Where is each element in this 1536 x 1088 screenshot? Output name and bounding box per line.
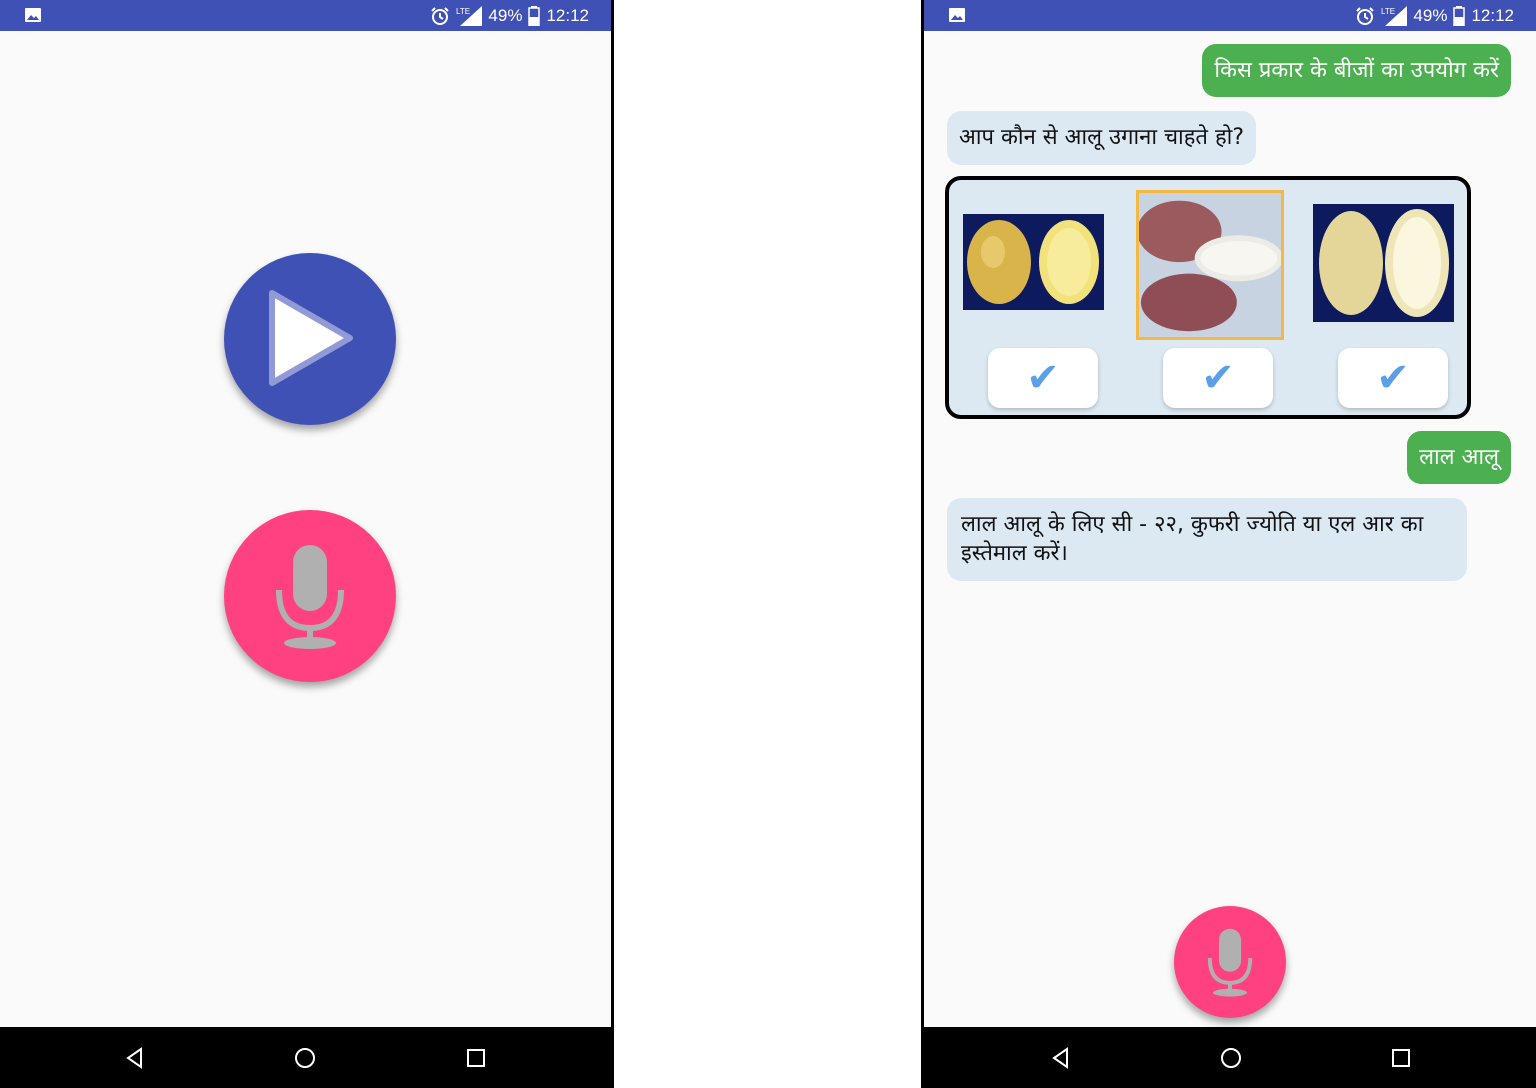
battery-icon bbox=[528, 6, 541, 26]
select-option-button[interactable]: ✔ bbox=[988, 348, 1098, 408]
potato-option[interactable]: ✔ bbox=[1307, 180, 1483, 419]
mic-button[interactable] bbox=[224, 510, 396, 682]
alarm-icon bbox=[431, 7, 450, 25]
checkmark-icon: ✔ bbox=[1026, 355, 1060, 401]
checkmark-icon: ✔ bbox=[1376, 355, 1410, 401]
image-notification-icon bbox=[949, 8, 965, 22]
potato-option[interactable]: ✔ bbox=[957, 180, 1133, 419]
home-icon[interactable] bbox=[1218, 1045, 1244, 1071]
battery-percent: 49% bbox=[488, 6, 523, 25]
back-icon[interactable] bbox=[122, 1045, 148, 1071]
white-potato-image bbox=[1313, 204, 1454, 322]
bot-message: आप कौन से आलू उगाना चाहते हो? bbox=[947, 111, 1257, 165]
red-potato-image bbox=[1136, 190, 1284, 340]
potato-option-selected[interactable]: ✔ bbox=[1132, 180, 1308, 419]
lte-signal-icon: LTE bbox=[1381, 6, 1408, 26]
play-button[interactable] bbox=[224, 253, 396, 425]
image-notification-icon bbox=[25, 8, 41, 22]
select-option-button[interactable]: ✔ bbox=[1163, 348, 1273, 408]
recents-icon[interactable] bbox=[463, 1045, 489, 1071]
home-icon[interactable] bbox=[292, 1045, 318, 1071]
recents-icon[interactable] bbox=[1388, 1045, 1414, 1071]
battery-icon bbox=[1453, 6, 1466, 26]
user-message: किस प्रकार के बीजों का उपयोग करें bbox=[1202, 44, 1511, 97]
screen-chat: LTE 49% 12:12 किस प्रकार के बीजों का उपय… bbox=[921, 0, 1536, 1088]
battery-percent: 49% bbox=[1413, 6, 1448, 25]
mic-icon bbox=[276, 545, 344, 649]
mic-icon bbox=[1207, 928, 1253, 997]
clock: 12:12 bbox=[546, 6, 589, 25]
status-bar: LTE 49% 12:12 bbox=[924, 0, 1536, 31]
select-option-button[interactable]: ✔ bbox=[1338, 348, 1448, 408]
screen-home: LTE 49% 12:12 bbox=[0, 0, 614, 1088]
checkmark-icon: ✔ bbox=[1201, 355, 1235, 401]
navigation-bar bbox=[924, 1027, 1536, 1088]
clock: 12:12 bbox=[1471, 6, 1514, 25]
potato-options-card: ✔ ✔ ✔ bbox=[945, 176, 1471, 419]
yellow-potato-image bbox=[963, 214, 1104, 310]
play-icon bbox=[269, 290, 353, 386]
bot-message: लाल आलू के लिए सी - २२, कुफरी ज्योति या … bbox=[947, 498, 1467, 581]
mic-button[interactable] bbox=[1174, 906, 1286, 1018]
user-message: लाल आलू bbox=[1407, 431, 1511, 484]
alarm-icon bbox=[1356, 7, 1375, 25]
status-bar: LTE 49% 12:12 bbox=[0, 0, 611, 31]
svg-text:LTE: LTE bbox=[1381, 7, 1395, 16]
navigation-bar bbox=[0, 1027, 611, 1088]
lte-signal-icon: LTE bbox=[456, 6, 483, 26]
svg-text:LTE: LTE bbox=[456, 7, 470, 16]
back-icon[interactable] bbox=[1048, 1045, 1074, 1071]
